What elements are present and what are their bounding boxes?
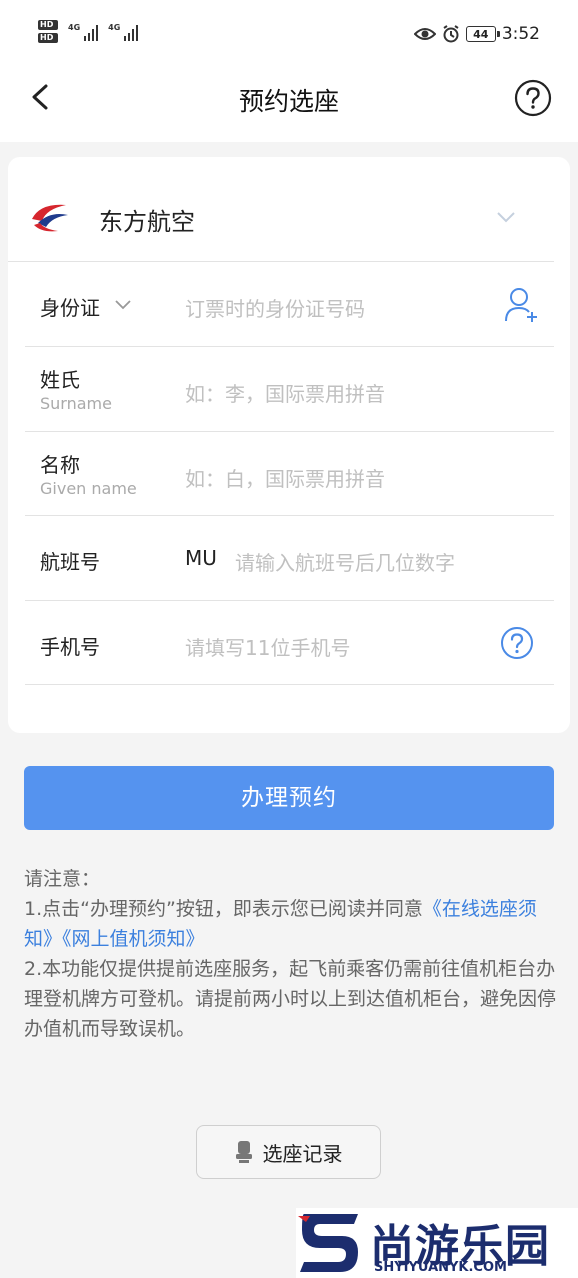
flight-label: 航班号 [40, 550, 100, 574]
clock: 3:52 [501, 24, 540, 44]
surname-row: 姓氏 Surname 如：李，国际票用拼音 [25, 347, 554, 432]
surname-input[interactable]: 如：李，国际票用拼音 [185, 378, 385, 407]
watermark-logo [298, 1214, 358, 1272]
id-row: 身份证 订票时的身份证号码 [25, 262, 554, 347]
signal-group: HD HD 4G 4G [38, 20, 139, 43]
submit-reservation-button[interactable]: 办理预约 [24, 766, 554, 830]
form-card: 东方航空 身份证 订票时的身份证号码 姓氏 Surname 如：李，国际票用拼音… [8, 157, 570, 733]
seat-record-button[interactable]: 选座记录 [196, 1125, 381, 1179]
question-circle-icon[interactable] [514, 79, 552, 117]
surname-sublabel: Surname [40, 394, 112, 413]
page-title: 预约选座 [238, 87, 339, 116]
airline-name: 东方航空 [99, 208, 195, 236]
chevron-down-icon[interactable] [496, 211, 516, 223]
eye-icon [413, 28, 436, 40]
phone-label: 手机号 [40, 635, 100, 659]
flight-number-input[interactable]: 请输入航班号后几位数字 [235, 547, 455, 576]
seat-record-label: 选座记录 [262, 1141, 343, 1166]
online-checkin-terms-link[interactable]: 《网上值机须知》 [62, 928, 205, 950]
given-name-label: 名称 [40, 453, 80, 477]
chevron-down-icon[interactable] [115, 300, 131, 310]
watermark: 尚游乐园 SHYIYUANYK.COM [296, 1208, 578, 1278]
battery-icon: 44 [465, 26, 500, 42]
given-name-input[interactable]: 如：白，国际票用拼音 [185, 463, 385, 492]
notice-line-2: 2.本功能仅提供提前选座服务，起飞前乘客仍需前往值机柜台办理登机牌方可登机。请提… [24, 958, 557, 1040]
signal-icon: 4G [68, 22, 99, 41]
network-type: 4G [108, 22, 121, 32]
hd-badge: HD [38, 33, 58, 43]
signal-icon: 4G [108, 22, 139, 41]
surname-label: 姓氏 [40, 368, 80, 392]
phone-row: 手机号 请填写11位手机号 [25, 601, 554, 685]
notice: 请注意： 1.点击“办理预约”按钮，即表示您已阅读并同意《在线选座须知》《网上值… [24, 864, 560, 1044]
phone-input[interactable]: 请填写11位手机号 [185, 632, 350, 661]
hd-badges: HD HD [38, 20, 58, 43]
network-type: 4G [68, 22, 81, 32]
id-type-label[interactable]: 身份证 [40, 292, 100, 321]
notice-title: 请注意： [24, 868, 101, 890]
flight-row: 航班号 MU 请输入航班号后几位数字 [25, 516, 554, 601]
china-eastern-logo [32, 204, 68, 232]
alarm-icon [443, 25, 459, 43]
hd-badge: HD [38, 20, 58, 30]
id-number-input[interactable]: 订票时的身份证号码 [185, 293, 365, 322]
given-name-sublabel: Given name [40, 479, 137, 498]
question-circle-icon[interactable] [500, 626, 534, 660]
watermark-url: SHYIYUANYK.COM [374, 1260, 507, 1275]
airline-selector[interactable]: 东方航空 [8, 157, 554, 262]
nav-bar: 预约选座 [0, 70, 578, 142]
flight-prefix: MU [185, 546, 217, 570]
seat-icon [235, 1141, 252, 1163]
add-contact-icon[interactable] [504, 286, 540, 324]
status-bar: HD HD 4G 4G 44 3:52 [0, 0, 578, 70]
notice-line-1: 1.点击“办理预约”按钮，即表示您已阅读并同意《在线选座须知》《网上值机须知》 [24, 894, 560, 954]
status-right: 44 3:52 [413, 24, 540, 44]
notice-line-1-text: 1.点击“办理预约”按钮，即表示您已阅读并同意 [24, 898, 423, 920]
given-name-row: 名称 Given name 如：白，国际票用拼音 [25, 432, 554, 516]
